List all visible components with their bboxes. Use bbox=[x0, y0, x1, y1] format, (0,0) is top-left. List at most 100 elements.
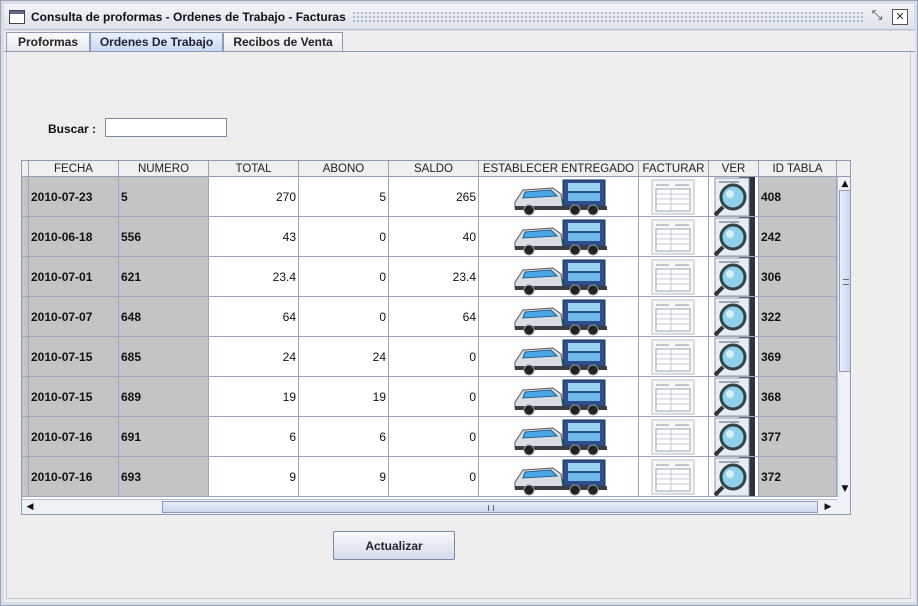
vertical-scrollbar[interactable]: ▲ ▼ bbox=[837, 177, 850, 497]
vertical-scroll-thumb[interactable] bbox=[839, 190, 850, 372]
cell-total: 23.4 bbox=[209, 257, 299, 297]
row-marker bbox=[22, 337, 29, 377]
cell-fecha: 2010-07-16 bbox=[29, 417, 119, 457]
title-bar[interactable]: Consulta de proformas - Ordenes de Traba… bbox=[4, 4, 914, 30]
cell-saldo: 265 bbox=[389, 177, 479, 217]
cell-abono: 24 bbox=[299, 337, 389, 377]
truck-icon[interactable] bbox=[479, 377, 639, 417]
truck-icon[interactable] bbox=[479, 337, 639, 377]
invoice-form-icon[interactable] bbox=[639, 417, 709, 457]
title-bar-grip bbox=[352, 11, 864, 23]
scroll-right-icon[interactable]: ▶ bbox=[823, 502, 833, 512]
invoice-form-icon[interactable] bbox=[639, 257, 709, 297]
table-row[interactable]: 2010-07-01 621 23.4 0 23.4 306 bbox=[22, 257, 837, 297]
truck-icon[interactable] bbox=[479, 217, 639, 257]
cell-numero: 648 bbox=[119, 297, 209, 337]
cell-total: 19 bbox=[209, 377, 299, 417]
cell-id: 322 bbox=[759, 297, 837, 337]
cell-id: 372 bbox=[759, 457, 837, 497]
horizontal-scrollbar[interactable]: ◀ ▶ bbox=[22, 499, 837, 514]
horizontal-scroll-thumb[interactable] bbox=[162, 501, 818, 513]
tab-proformas[interactable]: Proformas bbox=[6, 32, 90, 52]
invoice-form-icon[interactable] bbox=[639, 177, 709, 217]
cell-numero: 556 bbox=[119, 217, 209, 257]
table-row[interactable]: 2010-07-16 691 6 6 0 377 bbox=[22, 417, 837, 457]
cell-fecha: 2010-07-23 bbox=[29, 177, 119, 217]
table-row[interactable]: 2010-07-23 5 270 5 265 408 bbox=[22, 177, 837, 217]
table-row[interactable]: 2010-07-07 648 64 0 64 322 bbox=[22, 297, 837, 337]
table-row[interactable]: 2010-06-18 556 43 0 40 242 bbox=[22, 217, 837, 257]
column-header[interactable]: TOTAL bbox=[209, 161, 299, 177]
row-marker bbox=[22, 257, 29, 297]
cell-total: 9 bbox=[209, 457, 299, 497]
scroll-up-icon[interactable]: ▲ bbox=[840, 179, 850, 189]
cell-abono: 19 bbox=[299, 377, 389, 417]
cell-fecha: 2010-06-18 bbox=[29, 217, 119, 257]
magnifier-icon[interactable] bbox=[709, 297, 759, 337]
cell-numero: 693 bbox=[119, 457, 209, 497]
row-marker bbox=[22, 417, 29, 457]
cell-abono: 6 bbox=[299, 417, 389, 457]
cell-saldo: 23.4 bbox=[389, 257, 479, 297]
scroll-left-icon[interactable]: ◀ bbox=[25, 502, 35, 512]
invoice-form-icon[interactable] bbox=[639, 217, 709, 257]
column-header[interactable]: ABONO bbox=[299, 161, 389, 177]
cell-total: 6 bbox=[209, 417, 299, 457]
column-header[interactable]: ESTABLECER ENTREGADO bbox=[479, 161, 639, 177]
table-row[interactable]: 2010-07-15 685 24 24 0 369 bbox=[22, 337, 837, 377]
magnifier-icon[interactable] bbox=[709, 417, 759, 457]
column-header[interactable]: NUMERO bbox=[119, 161, 209, 177]
column-header[interactable]: VER bbox=[709, 161, 759, 177]
cell-total: 64 bbox=[209, 297, 299, 337]
cell-total: 43 bbox=[209, 217, 299, 257]
cell-id: 408 bbox=[759, 177, 837, 217]
table-row[interactable]: 2010-07-16 693 9 9 0 372 bbox=[22, 457, 837, 497]
cell-saldo: 0 bbox=[389, 417, 479, 457]
row-marker bbox=[22, 217, 29, 257]
magnifier-icon[interactable] bbox=[709, 177, 759, 217]
magnifier-icon[interactable] bbox=[709, 457, 759, 497]
header-row-marker bbox=[22, 161, 29, 177]
truck-icon[interactable] bbox=[479, 417, 639, 457]
invoice-form-icon[interactable] bbox=[639, 297, 709, 337]
cell-saldo: 0 bbox=[389, 377, 479, 417]
cell-fecha: 2010-07-15 bbox=[29, 377, 119, 417]
tab-recibos-de-venta[interactable]: Recibos de Venta bbox=[223, 32, 343, 52]
magnifier-icon[interactable] bbox=[709, 257, 759, 297]
cell-abono: 0 bbox=[299, 217, 389, 257]
row-marker bbox=[22, 377, 29, 417]
close-icon[interactable]: ✕ bbox=[892, 9, 908, 25]
column-header[interactable]: FECHA bbox=[29, 161, 119, 177]
scroll-down-icon[interactable]: ▼ bbox=[840, 484, 850, 494]
restore-icon[interactable]: ⤡ bbox=[869, 9, 885, 25]
magnifier-icon[interactable] bbox=[709, 337, 759, 377]
truck-icon[interactable] bbox=[479, 257, 639, 297]
invoice-form-icon[interactable] bbox=[639, 377, 709, 417]
column-header[interactable]: SALDO bbox=[389, 161, 479, 177]
column-header[interactable]: FACTURAR bbox=[639, 161, 709, 177]
refresh-button[interactable]: Actualizar bbox=[333, 531, 455, 560]
window-icon bbox=[9, 10, 25, 24]
cell-id: 368 bbox=[759, 377, 837, 417]
search-input[interactable] bbox=[105, 118, 227, 137]
cell-numero: 689 bbox=[119, 377, 209, 417]
cell-id: 377 bbox=[759, 417, 837, 457]
cell-numero: 621 bbox=[119, 257, 209, 297]
table-row[interactable]: 2010-07-15 689 19 19 0 368 bbox=[22, 377, 837, 417]
cell-abono: 0 bbox=[299, 257, 389, 297]
cell-saldo: 40 bbox=[389, 217, 479, 257]
truck-icon[interactable] bbox=[479, 177, 639, 217]
cell-fecha: 2010-07-07 bbox=[29, 297, 119, 337]
table-body: 2010-07-23 5 270 5 265 408 2010-06-18 556 43 0 40 2… bbox=[22, 177, 837, 497]
cell-numero: 5 bbox=[119, 177, 209, 217]
magnifier-icon[interactable] bbox=[709, 377, 759, 417]
truck-icon[interactable] bbox=[479, 457, 639, 497]
column-header[interactable]: ID TABLA bbox=[759, 161, 837, 177]
invoice-form-icon[interactable] bbox=[639, 337, 709, 377]
magnifier-icon[interactable] bbox=[709, 217, 759, 257]
invoice-form-icon[interactable] bbox=[639, 457, 709, 497]
truck-icon[interactable] bbox=[479, 297, 639, 337]
table-header: FECHA NUMERO TOTAL ABONO SALDO ESTABLECER ENT… bbox=[22, 161, 850, 177]
tab-ordenes-de-trabajo[interactable]: Ordenes De Trabajo bbox=[90, 32, 223, 52]
cell-fecha: 2010-07-16 bbox=[29, 457, 119, 497]
